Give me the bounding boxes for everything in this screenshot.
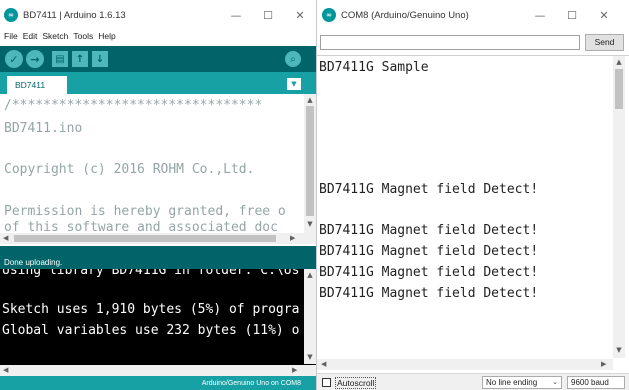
open-sketch-button[interactable]: ↑	[72, 51, 88, 67]
magnifier-icon: ⌕	[290, 53, 296, 65]
menu-sketch[interactable]: Sketch	[42, 31, 68, 43]
scrollbar-thumb[interactable]	[14, 235, 276, 242]
new-file-icon: ▤	[55, 53, 65, 65]
board-port-label: Arduino/Genuino Uno on COM8	[201, 380, 301, 387]
scroll-down-icon[interactable]: ▼	[304, 220, 316, 228]
tab-menu-button[interactable]: ▼	[287, 78, 301, 90]
arrow-right-icon: →	[30, 52, 40, 66]
serial-monitor-window: ∞ COM8 (Arduino/Genuino Uno) — ☐ ✕ Send …	[316, 0, 629, 390]
menu-tools[interactable]: Tools	[73, 31, 93, 43]
verify-button[interactable]: ✓	[5, 50, 23, 68]
output-line: BD7411G Magnet field Detect!	[319, 223, 539, 238]
ide-menubar: File Edit Sketch Tools Help	[4, 31, 116, 43]
monitor-titlebar: ∞ COM8 (Arduino/Genuino Uno)	[322, 0, 522, 30]
menu-edit[interactable]: Edit	[23, 31, 38, 43]
console-line: Global variables use 232 bytes (11%) o	[2, 323, 300, 338]
chevron-down-icon: ⌄	[552, 379, 558, 386]
scroll-up-icon[interactable]: ▲	[613, 58, 625, 66]
arduino-logo-icon: ∞	[322, 8, 336, 22]
output-line: BD7411G Magnet field Detect!	[319, 265, 539, 280]
scroll-down-icon[interactable]: ▼	[613, 346, 625, 354]
ide-window-controls: — ☐ ✕	[220, 0, 316, 30]
close-icon[interactable]: ✕	[588, 9, 620, 22]
status-bar: Done uploading.	[0, 246, 316, 269]
scroll-up-icon[interactable]: ▲	[304, 271, 316, 279]
arrow-down-icon: ↓	[95, 53, 105, 65]
scroll-left-icon[interactable]: ◀	[321, 360, 326, 368]
scroll-down-icon[interactable]: ▼	[304, 353, 316, 361]
console-vertical-scrollbar[interactable]: ▲ ▼	[304, 269, 316, 364]
monitor-footer: Autoscroll No line ending ⌄ 9600 baud	[317, 373, 629, 390]
serial-output[interactable]: BD7411G Sample BD7411G Magnet field Dete…	[317, 55, 629, 371]
scrollbar-thumb[interactable]	[615, 69, 623, 109]
autoscroll-label[interactable]: Autoscroll	[335, 377, 377, 389]
console-output[interactable]: Using library BD7411G in folder: C:\Us S…	[0, 269, 316, 376]
ide-titlebar: ∞ BD7411 | Arduino 1.6.13	[4, 0, 204, 30]
editor-vertical-scrollbar[interactable]: ▲ ▼	[304, 94, 316, 233]
baud-rate-select[interactable]: 9600 baud	[567, 376, 625, 389]
line-ending-select[interactable]: No line ending ⌄	[482, 376, 562, 389]
save-sketch-button[interactable]: ↓	[92, 51, 108, 67]
scroll-right-icon[interactable]: ▶	[601, 360, 606, 368]
scroll-left-icon[interactable]: ◀	[3, 234, 8, 242]
editor-horizontal-scrollbar[interactable]: ◀ ▶	[0, 233, 316, 244]
upload-status: Done uploading.	[4, 258, 63, 267]
line-ending-value: No line ending	[486, 378, 538, 387]
code-line: Permission is hereby granted, free o	[4, 204, 286, 219]
upload-button[interactable]: →	[26, 50, 44, 68]
send-button[interactable]: Send	[585, 34, 624, 51]
close-icon[interactable]: ✕	[284, 9, 316, 22]
menu-file[interactable]: File	[4, 31, 18, 43]
ide-window-title: BD7411 | Arduino 1.6.13	[23, 9, 126, 21]
arrow-up-icon: ↑	[75, 53, 85, 65]
code-line: Copyright (c) 2016 ROHM Co.,Ltd.	[4, 162, 255, 177]
scroll-left-icon[interactable]: ◀	[3, 366, 8, 374]
code-line: /********************************	[4, 98, 263, 113]
menu-help[interactable]: Help	[98, 31, 115, 43]
ide-toolbar: ✓ → ▤ ↑ ↓ ⌕	[0, 46, 316, 72]
checkmark-icon: ✓	[9, 52, 19, 66]
sketch-tabbar: BD7411 ▼	[0, 72, 316, 94]
output-line: BD7411G Magnet field Detect!	[319, 182, 539, 197]
maximize-icon[interactable]: ☐	[556, 9, 588, 22]
output-vertical-scrollbar[interactable]: ▲ ▼	[613, 56, 625, 358]
scroll-right-icon[interactable]: ▶	[292, 366, 297, 374]
autoscroll-checkbox[interactable]	[322, 378, 331, 387]
console-line: Using library BD7411G in folder: C:\Us	[2, 269, 300, 278]
tab-bd7411[interactable]: BD7411	[7, 76, 67, 94]
output-line: BD7411G Magnet field Detect!	[319, 244, 539, 259]
arduino-ide-window: ∞ BD7411 | Arduino 1.6.13 — ☐ ✕ File Edi…	[0, 0, 316, 390]
code-editor[interactable]: /******************************** BD7411…	[0, 94, 316, 246]
code-line: BD7411.ino	[4, 121, 83, 136]
baud-rate-value: 9600 baud	[571, 378, 609, 387]
scroll-up-icon[interactable]: ▲	[304, 96, 316, 104]
serial-monitor-button[interactable]: ⌕	[285, 51, 301, 67]
monitor-window-controls: — ☐ ✕	[524, 0, 620, 30]
serial-input[interactable]	[320, 35, 580, 50]
output-line: BD7411G Sample	[319, 60, 429, 75]
scroll-right-icon[interactable]: ▶	[290, 234, 295, 242]
output-horizontal-scrollbar[interactable]: ◀ ▶	[317, 359, 613, 370]
ide-footer: Arduino/Genuino Uno on COM8	[0, 376, 316, 390]
console-line: Sketch uses 1,910 bytes (5%) of progra	[2, 302, 300, 317]
maximize-icon[interactable]: ☐	[252, 9, 284, 22]
minimize-icon[interactable]: —	[220, 9, 252, 22]
console-horizontal-scrollbar[interactable]: ◀ ▶	[0, 365, 316, 376]
monitor-window-title: COM8 (Arduino/Genuino Uno)	[341, 9, 469, 21]
new-sketch-button[interactable]: ▤	[52, 51, 68, 67]
output-line: BD7411G Magnet field Detect!	[319, 286, 539, 301]
scrollbar-thumb[interactable]	[306, 106, 314, 216]
arduino-logo-icon: ∞	[4, 8, 18, 22]
minimize-icon[interactable]: —	[524, 9, 556, 22]
triangle-down-icon: ▼	[291, 80, 297, 88]
